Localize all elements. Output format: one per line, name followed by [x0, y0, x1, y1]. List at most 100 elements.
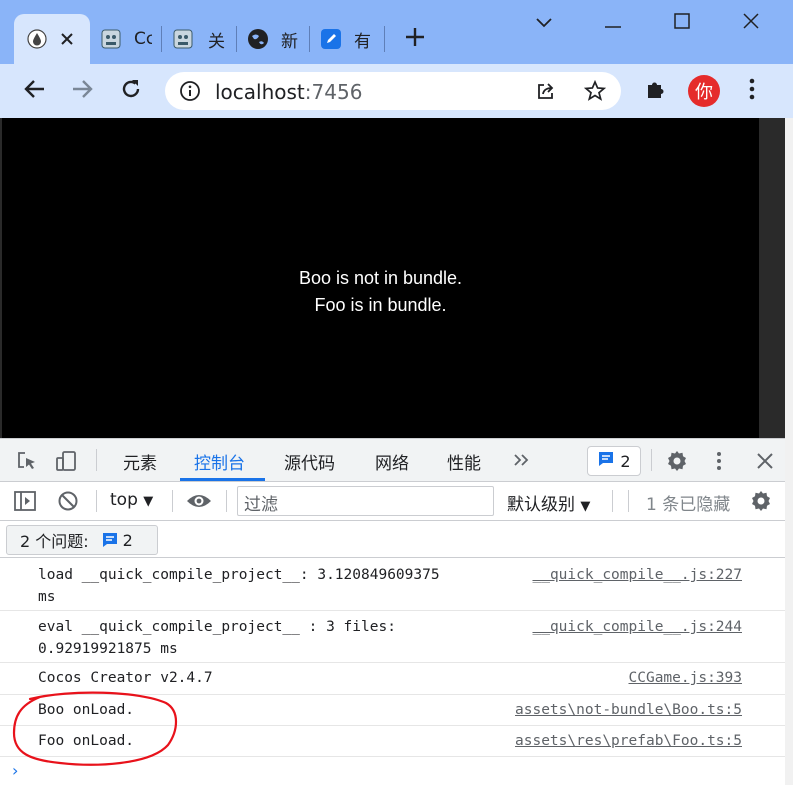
console-message: load __quick_compile_project__: 3.120849… — [0, 558, 785, 611]
clear-console-icon[interactable] — [56, 489, 80, 513]
cocos-icon — [172, 28, 194, 50]
arrow-left-icon — [23, 77, 47, 105]
url-port: :7456 — [304, 80, 363, 104]
gear-icon[interactable] — [664, 448, 690, 474]
minimize-icon — [604, 14, 622, 33]
toolbar-divider — [96, 449, 97, 471]
console-message: Foo onLoad. assets\res\prefab\Foo.ts:5 — [0, 726, 785, 757]
toolbar-divider — [226, 490, 227, 512]
tab-strip: Cc 关 新 有 — [0, 0, 793, 64]
console-source-link[interactable]: __quick_compile__.js:227 — [532, 564, 742, 586]
issues-count: 2 — [122, 530, 133, 550]
console-source-link[interactable]: assets\not-bundle\Boo.ts:5 — [515, 699, 742, 721]
extensions-button[interactable] — [641, 76, 671, 106]
device-toolbar-icon[interactable] — [53, 448, 79, 474]
toolbar-divider — [96, 490, 97, 512]
more-tabs-icon[interactable] — [511, 449, 533, 471]
info-icon[interactable] — [179, 80, 201, 102]
menu-button[interactable] — [737, 76, 767, 106]
arrow-right-icon — [70, 77, 94, 105]
console-settings-icon[interactable] — [748, 488, 774, 514]
close-tab-icon[interactable] — [58, 30, 76, 48]
console-source-link[interactable]: assets\res\prefab\Foo.ts:5 — [515, 730, 742, 752]
caret-down-icon: ▼ — [143, 494, 154, 509]
globe-icon — [247, 28, 269, 50]
tab-elements[interactable]: 元素 — [123, 449, 157, 474]
console-source-link[interactable]: __quick_compile__.js:244 — [532, 616, 742, 638]
issues-bar: 2 个问题: 2 — [0, 521, 785, 558]
share-icon[interactable] — [535, 80, 557, 102]
message-icon — [101, 531, 119, 549]
console-message-text: load __quick_compile_project__: 3.120849… — [38, 567, 440, 605]
browser-toolbar: localhost:7456 你 — [0, 64, 793, 118]
toolbar-divider — [651, 449, 652, 471]
context-value: top — [110, 490, 138, 510]
maximize-button[interactable] — [669, 10, 695, 36]
sidebar-toggle-icon[interactable] — [12, 489, 38, 513]
tab-title: 关 — [208, 31, 225, 52]
game-text-line1: Boo is not in bundle. — [298, 268, 463, 288]
page-viewport: Boo is not in bundle. Foo is in bundle. — [0, 118, 793, 438]
console-message-text: eval __quick_compile_project__ : 3 files… — [38, 619, 396, 657]
eye-icon[interactable] — [185, 489, 213, 513]
console-message: eval __quick_compile_project__ : 3 files… — [0, 611, 785, 663]
tab-console[interactable]: 控制台 — [194, 449, 245, 474]
url-text[interactable]: localhost:7456 — [215, 80, 362, 104]
profile-avatar[interactable]: 你 — [688, 75, 720, 107]
more-vert-icon — [748, 78, 756, 104]
scrollbar[interactable] — [785, 118, 793, 785]
tab-5[interactable]: 有 — [320, 14, 372, 64]
puzzle-icon — [644, 77, 668, 105]
tab-network[interactable]: 网络 — [375, 449, 409, 474]
issues-badge[interactable]: 2 — [587, 446, 641, 476]
console-message: Boo onLoad. assets\not-bundle\Boo.ts:5 — [0, 695, 785, 726]
message-icon — [597, 450, 615, 472]
address-bar[interactable]: localhost:7456 — [165, 72, 621, 110]
more-vert-icon[interactable] — [709, 448, 729, 474]
console-message-text: Foo onLoad. — [38, 733, 135, 749]
console-prompt-icon[interactable]: › — [12, 761, 18, 780]
reload-button[interactable] — [116, 76, 146, 106]
close-devtools-icon[interactable] — [752, 448, 778, 474]
console-source-link[interactable]: CCGame.js:393 — [629, 667, 743, 689]
star-icon[interactable] — [584, 80, 606, 102]
url-host: localhost — [215, 80, 305, 104]
filter-input[interactable]: 过滤 — [237, 486, 494, 516]
tab-4[interactable]: 新 — [247, 14, 299, 64]
inspect-icon[interactable] — [14, 448, 40, 474]
console-filter-bar: top ▼ 过滤 默认级别 ▼ 1 条已隐藏 — [0, 482, 785, 521]
tab-3[interactable]: 关 — [172, 14, 226, 64]
tab-title: 新 — [281, 31, 298, 52]
toolbar-divider — [628, 490, 629, 512]
tab-separator — [384, 26, 385, 52]
log-levels-dropdown[interactable]: 默认级别 ▼ — [507, 490, 590, 515]
tab-active[interactable] — [14, 14, 90, 64]
game-canvas[interactable]: Boo is not in bundle. Foo is in bundle. — [2, 118, 759, 438]
reload-icon — [119, 77, 143, 105]
active-tab-indicator — [180, 478, 265, 481]
console-message-text: Cocos Creator v2.4.7 — [38, 670, 213, 686]
filter-placeholder: 过滤 — [244, 495, 278, 515]
devtools-panel: 元素 控制台 源代码 网络 性能 2 top ▼ 过滤 默认级别 ▼ 1 条已隐… — [0, 438, 793, 786]
tab-separator — [161, 26, 162, 52]
back-button[interactable] — [20, 76, 50, 106]
chevron-down-icon — [535, 14, 553, 33]
close-icon — [742, 12, 760, 34]
forward-button[interactable] — [67, 76, 97, 106]
game-text-line2: Foo is in bundle. — [314, 295, 447, 315]
tab-sources[interactable]: 源代码 — [284, 449, 335, 474]
close-window-button[interactable] — [738, 10, 764, 36]
tab-2[interactable]: Cc — [100, 14, 152, 64]
minimize-button[interactable] — [600, 10, 626, 36]
plus-icon — [404, 26, 426, 52]
issues-button[interactable]: 2 个问题: 2 — [6, 525, 158, 555]
tab-title: 有 — [354, 31, 371, 52]
new-tab-button[interactable] — [402, 26, 428, 52]
cocos-icon — [100, 28, 122, 50]
tab-search-button[interactable] — [531, 10, 557, 36]
caret-down-icon: ▼ — [580, 499, 591, 514]
issues-label: 2 个问题: — [20, 532, 89, 551]
console-message: Cocos Creator v2.4.7 CCGame.js:393 — [0, 663, 785, 695]
context-selector[interactable]: top ▼ — [110, 490, 153, 510]
tab-performance[interactable]: 性能 — [447, 449, 481, 474]
